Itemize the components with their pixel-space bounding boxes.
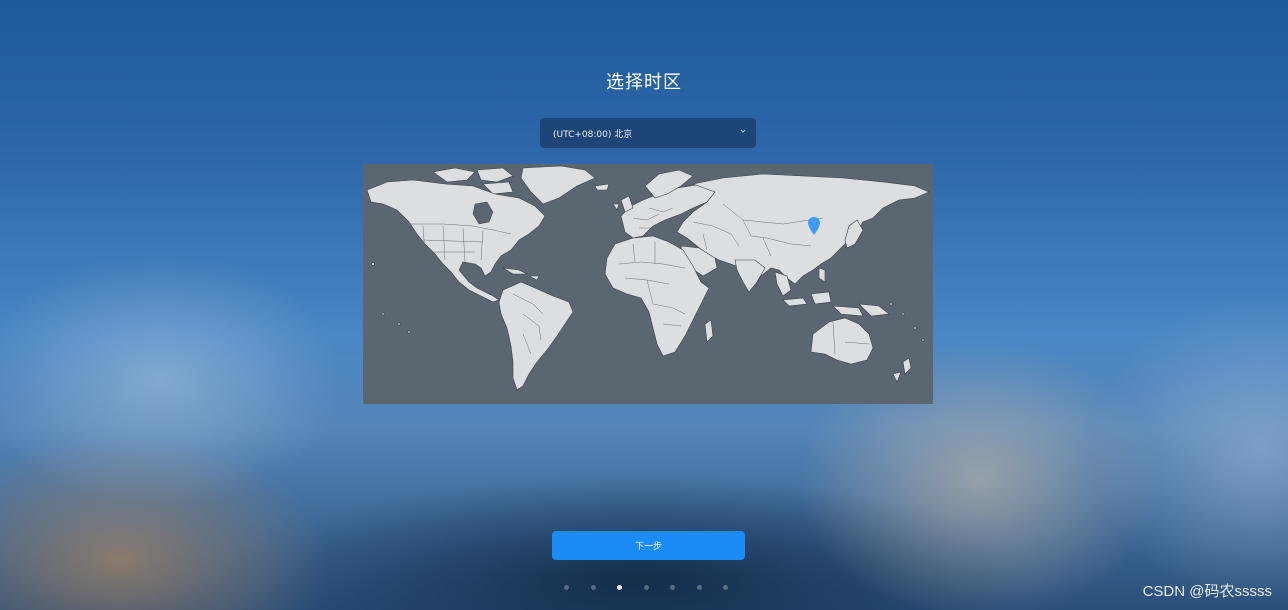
pagination-dot-7 <box>723 585 728 590</box>
pagination-dot-3-active <box>617 585 622 590</box>
timezone-select[interactable]: (UTC+08:00) 北京 <box>540 118 756 148</box>
next-button[interactable]: 下一步 <box>552 531 745 560</box>
timezone-select-value: (UTC+08:00) 北京 <box>553 129 633 140</box>
world-map[interactable] <box>363 164 933 404</box>
pagination-dot-4 <box>643 585 649 590</box>
pagination-dot-2 <box>590 585 596 590</box>
pagination-dots <box>564 585 750 590</box>
pagination-dot-5 <box>670 585 675 590</box>
map-pin-icon <box>808 217 820 235</box>
chevron-down-icon <box>740 129 746 133</box>
watermark-text: CSDN @码农sssss <box>1142 583 1272 600</box>
pagination-dot-6 <box>696 585 702 590</box>
page-title: 选择时区 <box>606 72 682 93</box>
pagination-dot-1 <box>564 585 569 590</box>
world-map-graphic <box>366 165 930 391</box>
